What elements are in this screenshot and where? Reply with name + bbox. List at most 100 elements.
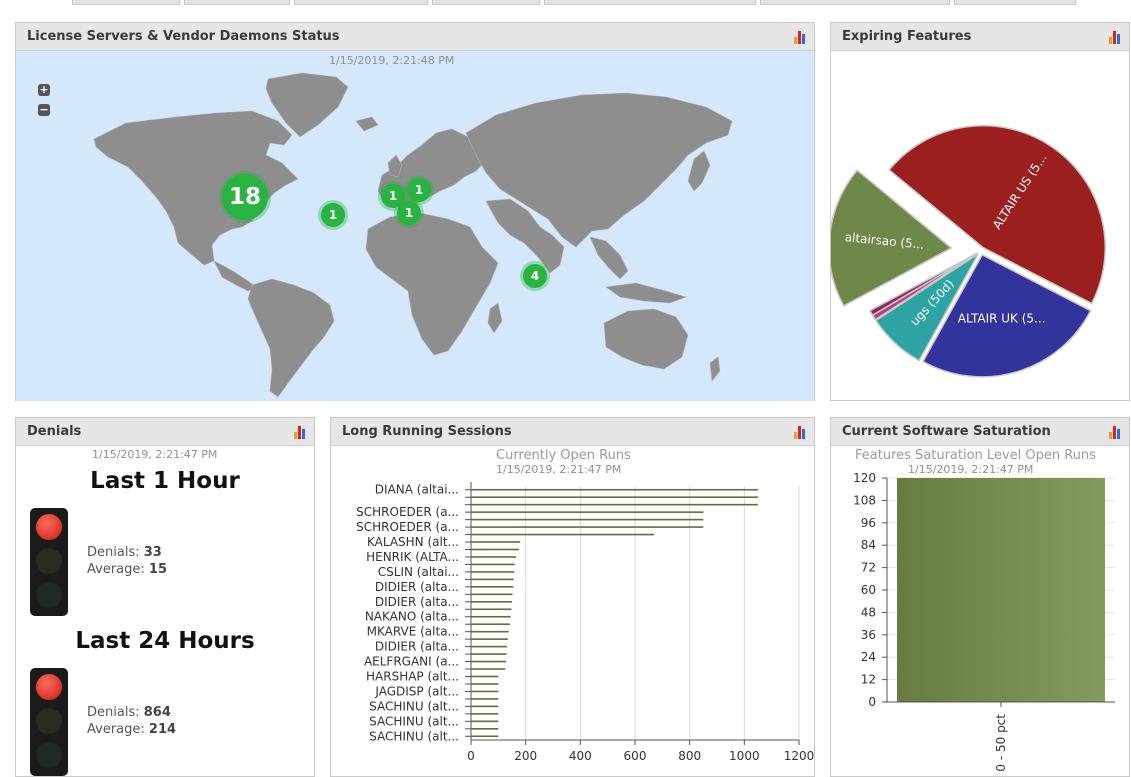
chart-options-icon[interactable] — [794, 30, 808, 44]
session-bar[interactable] — [471, 526, 704, 528]
top-tab[interactable] — [432, 0, 540, 5]
session-bar[interactable] — [471, 518, 704, 521]
chart-options-icon[interactable] — [1109, 30, 1123, 44]
top-tab[interactable] — [544, 0, 756, 5]
server-cluster-marker[interactable]: 1 — [407, 178, 431, 202]
open-runs-bar-chart[interactable]: 0 200 400 600 800 1000 1200 DIANA (altai... SCHR… — [331, 446, 814, 776]
session-bar[interactable] — [471, 630, 509, 633]
panel-title: Current Software Saturation — [842, 424, 1051, 439]
session-label: MKARVE (alta... — [367, 625, 459, 639]
session-bar[interactable] — [471, 586, 514, 588]
session-label: KALASHN (alt... — [367, 535, 459, 549]
top-tab[interactable] — [72, 0, 180, 5]
zoom-out-button[interactable]: − — [38, 104, 50, 116]
session-bar[interactable] — [471, 541, 521, 543]
session-label: DIDIER (alta... — [375, 640, 459, 654]
amber-light-icon — [36, 548, 62, 574]
x-tick-label: 600 — [624, 749, 647, 763]
server-cluster-marker[interactable]: 1 — [321, 203, 345, 227]
y-tick-label: 72 — [861, 561, 876, 575]
session-bar[interactable] — [471, 593, 513, 596]
top-tab[interactable] — [760, 0, 950, 5]
server-cluster-marker[interactable]: 4 — [523, 264, 547, 288]
saturation-bar[interactable] — [897, 478, 1105, 702]
panel-title: License Servers & Vendor Daemons Status — [27, 29, 340, 44]
session-bar[interactable] — [471, 713, 499, 715]
session-bar[interactable] — [471, 578, 514, 581]
traffic-light-icon — [30, 668, 68, 776]
denials-timestamp: 1/15/2019, 2:21:47 PM — [92, 448, 218, 461]
session-label: NAKANO (alta... — [365, 610, 459, 624]
red-light-icon — [36, 514, 62, 540]
y-tick-label: 0 — [868, 695, 876, 709]
chart-options-icon[interactable] — [1109, 425, 1123, 439]
saturation-bar-chart[interactable]: 0 12 24 36 48 60 72 84 96 108 120 0 - 50 pct — [831, 446, 1129, 776]
session-bar[interactable] — [471, 623, 510, 626]
day-denials-line: Denials: 864 — [87, 705, 171, 720]
y-tick-label: 24 — [861, 650, 876, 664]
session-bar[interactable] — [471, 660, 506, 663]
expiring-features-pie[interactable]: ALTAIR US (5...ALTAIR UK (5...ugs (50d)a… — [831, 51, 1129, 400]
x-tick-label: 0 - 50 pct — [994, 714, 1008, 772]
session-bar[interactable] — [471, 496, 758, 499]
session-bar[interactable] — [471, 645, 508, 648]
session-bar[interactable] — [471, 727, 499, 730]
session-bar[interactable] — [471, 548, 519, 551]
session-bar[interactable] — [471, 556, 517, 558]
panel-title: Denials — [27, 424, 82, 439]
map-timestamp: 1/15/2019, 2:21:48 PM — [329, 54, 455, 67]
x-tick-label: 200 — [514, 749, 537, 763]
session-bar[interactable] — [471, 615, 511, 618]
chart-options-icon[interactable] — [794, 425, 808, 439]
session-label: AELFRGANI (a... — [364, 655, 459, 669]
session-bar[interactable] — [471, 511, 704, 513]
software-saturation-panel: Current Software Saturation Features Sat… — [830, 417, 1130, 777]
server-cluster-marker[interactable]: 18 — [222, 174, 268, 220]
session-bar[interactable] — [471, 705, 499, 708]
y-tick-label: 84 — [861, 538, 876, 552]
top-tab[interactable] — [184, 0, 290, 5]
session-bar[interactable] — [471, 608, 512, 611]
denials-panel: Denials 1/15/2019, 2:21:47 PM Last 1 Hou… — [15, 417, 315, 777]
session-bar[interactable] — [471, 600, 512, 603]
panel-header: Denials — [16, 418, 314, 446]
panel-header: Long Running Sessions — [331, 418, 814, 446]
x-tick-label: 800 — [678, 749, 701, 763]
session-bar[interactable] — [471, 698, 499, 700]
red-light-icon — [36, 674, 62, 700]
session-bar[interactable] — [471, 653, 507, 655]
day-average-line: Average: 214 — [87, 722, 177, 737]
expiring-features-panel: Expiring Features ALTAIR US (5... ALTAIR … — [830, 22, 1130, 401]
x-tick-label: 1000 — [729, 749, 760, 763]
zoom-in-button[interactable]: + — [38, 84, 50, 96]
session-bar[interactable] — [471, 690, 499, 693]
hour-average-line: Average: 15 — [87, 562, 167, 577]
top-tab[interactable] — [954, 0, 1076, 5]
session-bar[interactable] — [471, 503, 758, 506]
y-tick-label: 108 — [853, 493, 876, 507]
chart-options-icon[interactable] — [294, 425, 308, 439]
long-running-sessions-panel: Long Running Sessions Currently Open Run… — [330, 417, 815, 777]
y-tick-label: 48 — [861, 605, 876, 619]
last-24-hours-heading: Last 24 Hours — [75, 628, 255, 654]
session-bar[interactable] — [471, 563, 515, 566]
session-bar[interactable] — [471, 571, 515, 573]
y-tick-label: 96 — [861, 516, 876, 530]
world-map[interactable]: + − 18 1 1 1 1 4 — [16, 51, 814, 401]
session-bar[interactable] — [471, 720, 499, 723]
pie-slice-label: ALTAIR UK (5... — [958, 312, 1046, 326]
session-bar[interactable] — [471, 675, 499, 678]
session-label: CSLIN (altai... — [378, 565, 459, 579]
session-bar[interactable] — [471, 638, 508, 640]
green-light-icon — [36, 742, 62, 768]
top-tab[interactable] — [294, 0, 428, 5]
session-bar[interactable] — [471, 683, 499, 685]
session-bar[interactable] — [471, 735, 499, 738]
y-tick-label: 120 — [853, 471, 876, 485]
session-label: HENRIK (ALTA... — [366, 550, 459, 564]
session-bar[interactable] — [471, 488, 758, 491]
session-bar[interactable] — [471, 533, 655, 536]
session-bar[interactable] — [471, 668, 506, 670]
last-hour-heading: Last 1 Hour — [90, 468, 240, 494]
server-cluster-marker[interactable]: 1 — [397, 201, 421, 225]
